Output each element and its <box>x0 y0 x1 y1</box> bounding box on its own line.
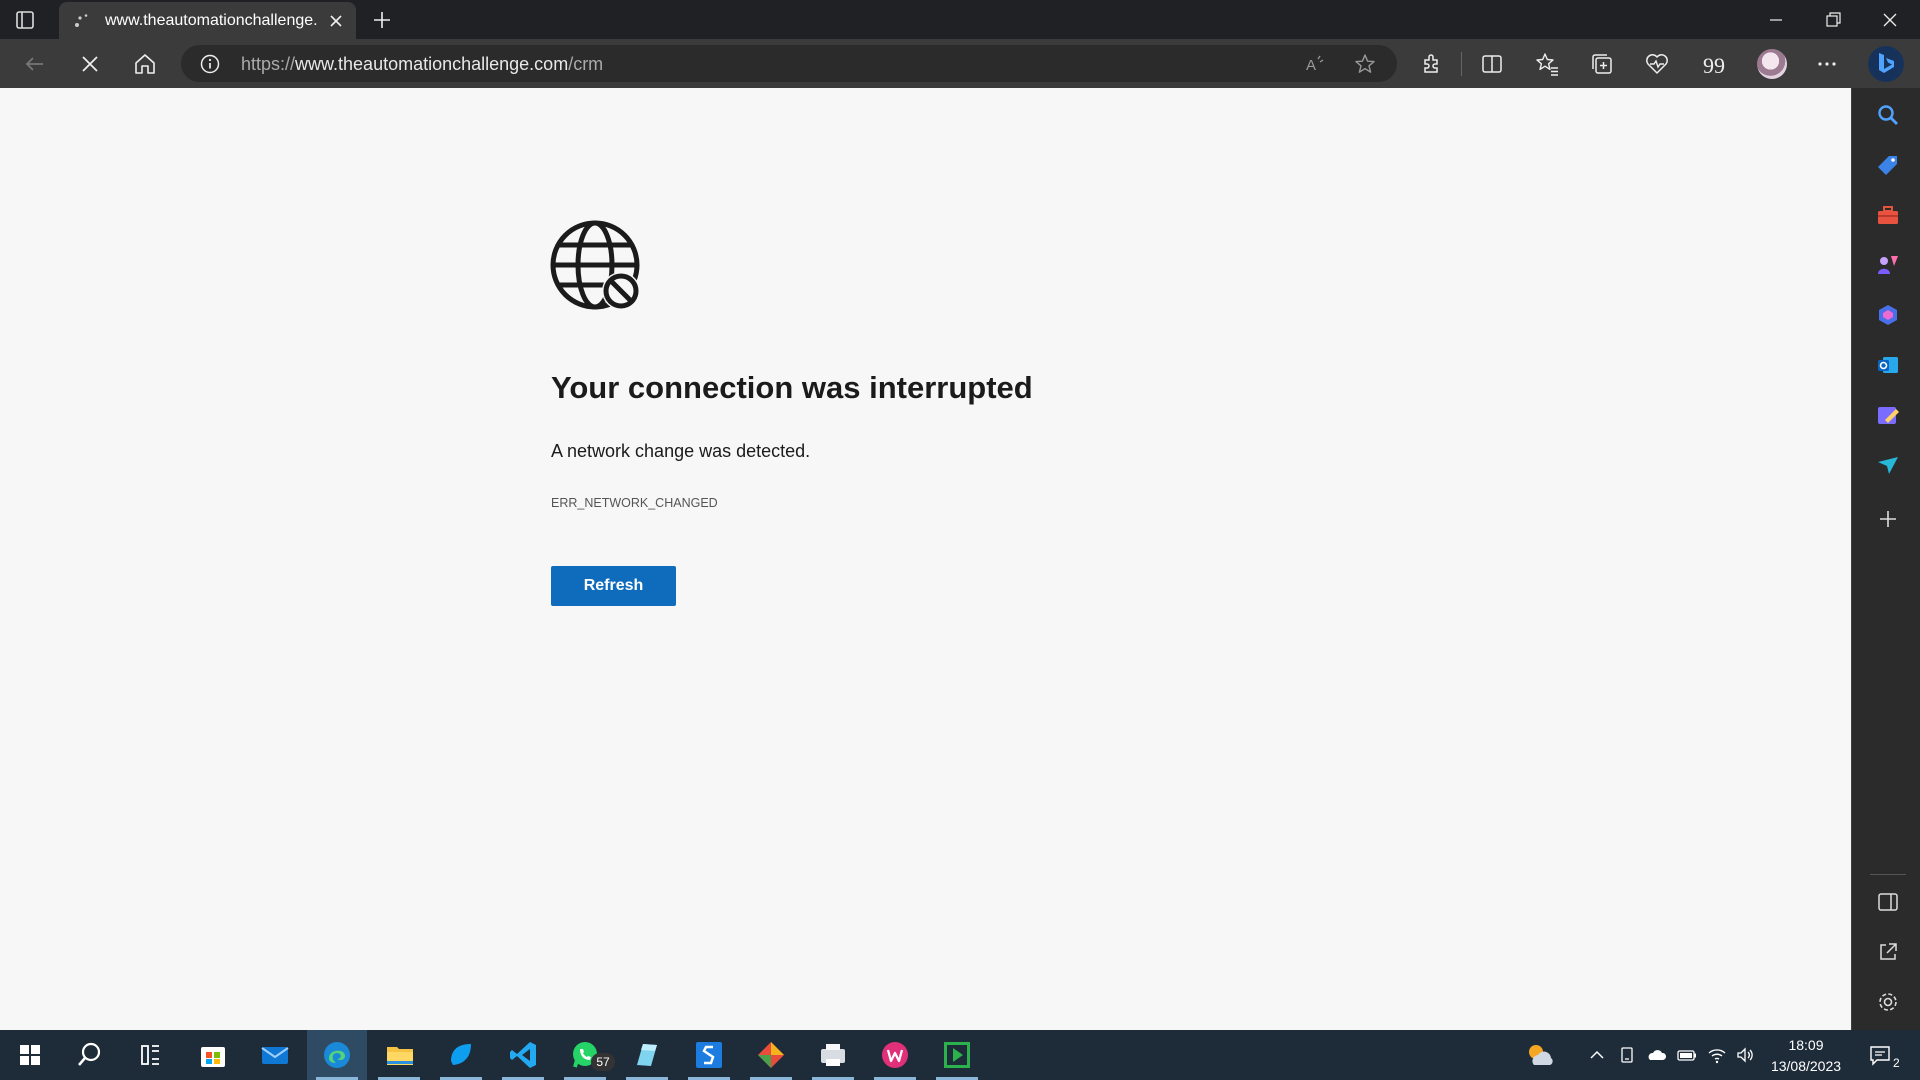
git-icon[interactable] <box>755 1039 787 1071</box>
extensions-icon[interactable] <box>1418 51 1444 77</box>
open-external-icon[interactable] <box>1875 939 1901 965</box>
url-prefix: https:// <box>241 54 296 74</box>
notification-count: 2 <box>1893 1056 1900 1070</box>
search-icon[interactable] <box>73 1039 105 1071</box>
title-bar: www.theautomationchallenge.co <box>0 0 1920 39</box>
windows-taskbar: 57 18:09 13/08/2023 2 <box>0 1030 1920 1080</box>
restore-icon[interactable] <box>1821 8 1845 32</box>
whatsapp-badge: 57 <box>591 1053 615 1071</box>
drop-icon[interactable] <box>1875 452 1901 478</box>
edge-sidebar <box>1851 88 1920 1030</box>
site-info-icon[interactable] <box>200 54 220 74</box>
svg-text:A: A <box>1306 57 1316 74</box>
hide-sidebar-icon[interactable] <box>1875 889 1901 915</box>
edge-icon[interactable] <box>321 1039 353 1071</box>
games-icon[interactable] <box>1875 252 1901 278</box>
task-view-icon[interactable] <box>134 1039 166 1071</box>
svg-text:99: 99 <box>1703 53 1725 77</box>
more-menu-icon[interactable] <box>1814 51 1840 77</box>
tab-title: www.theautomationchallenge.co <box>105 12 317 29</box>
app-icon[interactable] <box>941 1039 973 1071</box>
file-explorer-icon[interactable] <box>384 1039 416 1071</box>
minimize-icon[interactable] <box>1764 8 1788 32</box>
settings-icon[interactable] <box>1875 989 1901 1015</box>
device-icon[interactable] <box>1617 1045 1637 1065</box>
store-icon[interactable] <box>197 1039 229 1071</box>
app-icon[interactable] <box>693 1039 725 1071</box>
start-icon[interactable] <box>14 1039 46 1071</box>
battery-icon[interactable] <box>1677 1045 1697 1065</box>
page-content: Your connection was interrupted A networ… <box>0 88 1851 1030</box>
browser-essentials-icon[interactable] <box>1644 51 1670 77</box>
navigation-toolbar: https://www.theautomationchallenge.com/c… <box>0 39 1920 88</box>
back-icon[interactable] <box>22 51 48 77</box>
search-icon[interactable] <box>1875 102 1901 128</box>
weather-icon[interactable] <box>1524 1039 1556 1071</box>
clock-time: 18:09 <box>1788 1037 1824 1053</box>
mail-icon[interactable] <box>259 1039 291 1071</box>
app-icon[interactable] <box>879 1039 911 1071</box>
quote-icon[interactable]: 99 <box>1699 51 1725 77</box>
stop-loading-icon[interactable] <box>77 51 103 77</box>
toolbar-divider <box>1461 52 1462 76</box>
shopping-icon[interactable] <box>1875 152 1901 178</box>
volume-icon[interactable] <box>1735 1045 1755 1065</box>
error-description: A network change was detected. <box>551 441 811 461</box>
system-clock[interactable]: 18:09 13/08/2023 <box>1762 1035 1850 1077</box>
designer-icon[interactable] <box>1875 402 1901 428</box>
refresh-button[interactable]: Refresh <box>551 566 676 606</box>
loading-spinner-icon <box>75 14 88 27</box>
url-path: /crm <box>568 54 604 74</box>
sidebar-divider <box>1870 874 1906 875</box>
favorite-star-icon[interactable] <box>1354 53 1376 75</box>
favorites-icon[interactable] <box>1534 51 1560 77</box>
wifi-icon[interactable] <box>1707 1045 1727 1065</box>
outlook-icon[interactable] <box>1875 352 1901 378</box>
error-title: Your connection was interrupted <box>551 370 1033 405</box>
read-aloud-icon[interactable]: A <box>1304 53 1326 75</box>
globe-blocked-icon <box>550 220 640 310</box>
collections-icon[interactable] <box>1589 51 1615 77</box>
onedrive-icon[interactable] <box>1647 1045 1667 1065</box>
tab-actions-icon[interactable] <box>14 9 36 31</box>
split-screen-icon[interactable] <box>1479 51 1505 77</box>
new-tab-icon[interactable] <box>370 8 394 32</box>
app-icon[interactable] <box>631 1039 663 1071</box>
copilot-icon[interactable] <box>1867 45 1905 83</box>
clock-date: 13/08/2023 <box>1770 1058 1842 1074</box>
close-window-icon[interactable] <box>1878 8 1902 32</box>
microsoft-365-icon[interactable] <box>1875 302 1901 328</box>
tools-icon[interactable] <box>1875 202 1901 228</box>
vscode-icon[interactable] <box>508 1039 540 1071</box>
profile-avatar[interactable] <box>1757 49 1787 79</box>
active-tab[interactable]: www.theautomationchallenge.co <box>59 2 356 39</box>
add-icon[interactable] <box>1875 506 1901 532</box>
close-tab-icon[interactable] <box>327 12 345 30</box>
error-code: ERR_NETWORK_CHANGED <box>551 496 718 510</box>
home-icon[interactable] <box>132 51 158 77</box>
url-host: www.theautomationchallenge.com <box>295 54 569 74</box>
notifications-icon[interactable] <box>1869 1044 1891 1066</box>
app-icon[interactable] <box>445 1039 477 1071</box>
chevron-up-icon[interactable] <box>1587 1045 1607 1065</box>
app-icon[interactable] <box>817 1039 849 1071</box>
url-text[interactable]: https://www.theautomationchallenge.com/c… <box>241 54 603 75</box>
address-bar[interactable]: https://www.theautomationchallenge.com/c… <box>181 45 1397 82</box>
